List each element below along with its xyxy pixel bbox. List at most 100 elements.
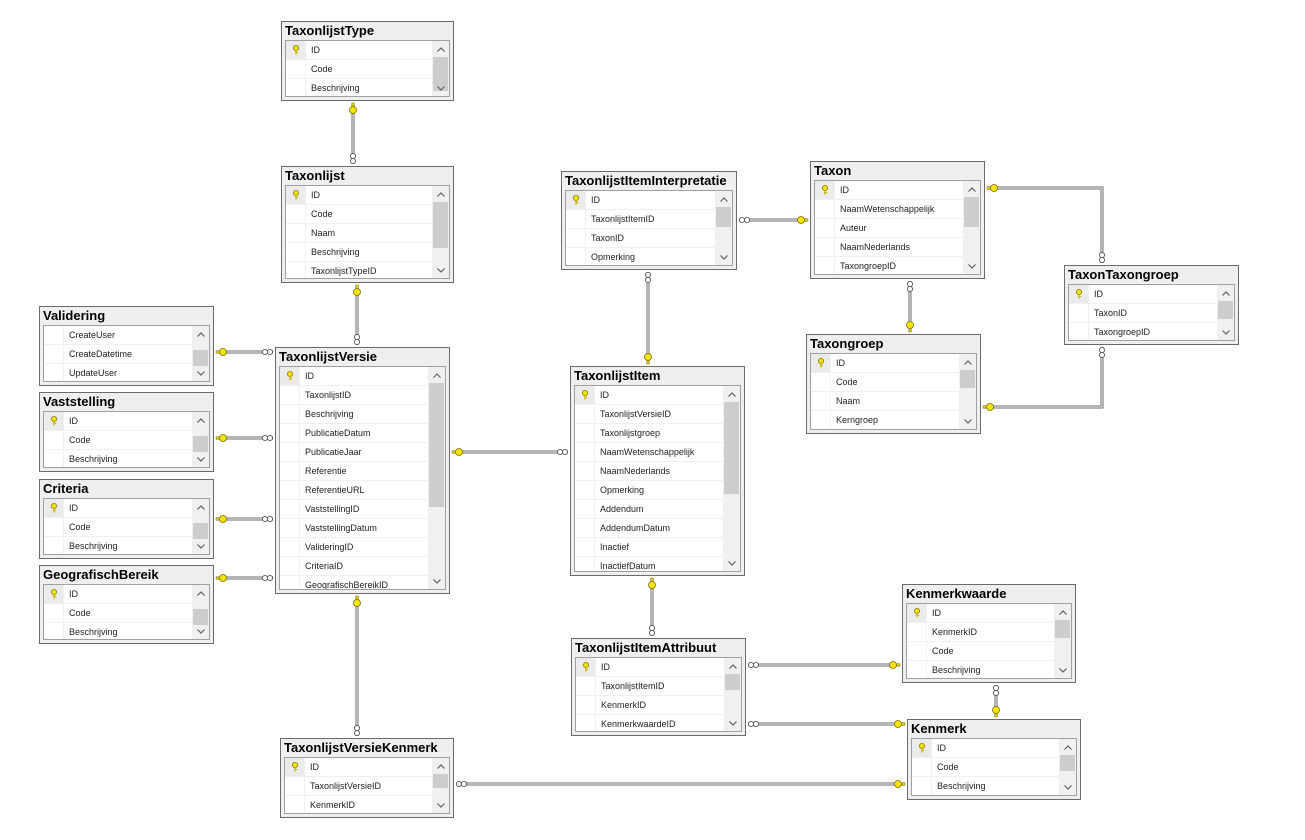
scroll-up-icon[interactable] xyxy=(723,386,740,402)
scroll-down-icon[interactable] xyxy=(959,413,976,429)
column-row[interactable]: PublicatieJaar xyxy=(280,443,428,462)
column-row[interactable]: CriteriaID xyxy=(280,557,428,576)
scroll-down-icon[interactable] xyxy=(192,365,209,381)
column-row[interactable]: TaxonID xyxy=(566,229,715,248)
table-geografischbereik[interactable]: GeografischBereik ID Code Beschrijving xyxy=(39,565,214,644)
column-row[interactable]: ReferentieURL xyxy=(280,481,428,500)
relationship-taxon-taxontaxongroep[interactable] xyxy=(986,184,1106,264)
column-row[interactable]: ID xyxy=(44,412,192,431)
table-taxonlijstversie[interactable]: TaxonlijstVersie ID TaxonlijstID Beschrijvi… xyxy=(275,347,450,594)
column-row[interactable]: Beschrijving xyxy=(44,537,192,554)
scroll-up-icon[interactable] xyxy=(192,585,209,601)
column-row[interactable]: Beschrijving xyxy=(286,79,432,96)
relationship-kenmerk-taxonlijstitemattribuut[interactable] xyxy=(747,720,906,728)
scroll-thumb[interactable] xyxy=(725,674,740,690)
column-row[interactable]: Code xyxy=(44,431,192,450)
table-title[interactable]: Taxon xyxy=(811,162,984,179)
table-title[interactable]: GeografischBereik xyxy=(40,566,213,583)
column-row[interactable]: ID xyxy=(576,658,724,677)
column-row[interactable]: Code xyxy=(44,604,192,623)
scroll-thumb[interactable] xyxy=(193,523,208,539)
table-title[interactable]: Validering xyxy=(40,307,213,324)
scroll-thumb[interactable] xyxy=(724,402,739,494)
scroll-down-icon[interactable] xyxy=(432,80,449,96)
table-title[interactable]: Kenmerk xyxy=(908,720,1080,737)
column-row[interactable]: Naam xyxy=(286,224,432,243)
scroll-up-icon[interactable] xyxy=(724,658,741,674)
relationship-geografischbereik-taxonlijstversie[interactable] xyxy=(215,574,274,582)
table-kenmerk[interactable]: Kenmerk ID Code Beschrijving xyxy=(907,719,1081,800)
scroll-down-icon[interactable] xyxy=(1054,662,1071,678)
table-taxonlijstiteminterpretatie[interactable]: TaxonlijstItemInterpretatie ID TaxonlijstI… xyxy=(561,171,737,270)
table-kenmerkwaarde[interactable]: Kenmerkwaarde ID KenmerkID Code Beschrijving xyxy=(902,584,1076,683)
column-row[interactable]: Code xyxy=(44,518,192,537)
scroll-up-icon[interactable] xyxy=(432,186,449,202)
scroll-thumb[interactable] xyxy=(1055,620,1070,638)
column-row[interactable]: VaststellingDatum xyxy=(280,519,428,538)
column-row[interactable]: Referentie xyxy=(280,462,428,481)
table-taxonlijstitemattribuut[interactable]: TaxonlijstItemAttribuut ID TaxonlijstItemI… xyxy=(571,638,746,736)
table-taxonlijstversiekenmerk[interactable]: TaxonlijstVersieKenmerk ID TaxonlijstVersi… xyxy=(280,738,454,818)
table-title[interactable]: TaxonlijstVersie xyxy=(276,348,449,365)
scroll-up-icon[interactable] xyxy=(432,758,449,774)
scroll-down-icon[interactable] xyxy=(724,715,741,731)
relationship-taxonlijsttype-taxonlijst[interactable] xyxy=(349,102,357,165)
scroll-up-icon[interactable] xyxy=(192,326,209,342)
vertical-scrollbar[interactable] xyxy=(1059,739,1076,795)
scroll-thumb[interactable] xyxy=(433,774,448,788)
column-row[interactable]: Auteur xyxy=(815,219,963,238)
column-row[interactable]: AddendumDatum xyxy=(575,519,723,538)
relationship-kenmerk-kenmerkwaarde[interactable] xyxy=(992,684,1000,718)
table-taxongroep[interactable]: Taxongroep ID Code Naam Kerngroep xyxy=(806,334,981,434)
column-row[interactable]: TaxonlijstItemID xyxy=(576,677,724,696)
column-row[interactable]: ID xyxy=(44,499,192,518)
table-title[interactable]: Criteria xyxy=(40,480,213,497)
column-row[interactable]: TaxonID xyxy=(1069,304,1217,323)
relationship-taxonlijstitem-taxonlijstiteminterpretatie[interactable] xyxy=(644,271,652,365)
column-row[interactable]: TaxonlijstID xyxy=(280,386,428,405)
scroll-up-icon[interactable] xyxy=(963,181,980,197)
column-row[interactable]: KenmerkwaardeID xyxy=(576,715,724,731)
column-row[interactable]: ID xyxy=(575,386,723,405)
column-row[interactable]: TaxongroepID xyxy=(815,257,963,274)
vertical-scrollbar[interactable] xyxy=(428,367,445,589)
scroll-down-icon[interactable] xyxy=(192,538,209,554)
column-row[interactable]: Beschrijving xyxy=(44,450,192,467)
column-row[interactable]: ID xyxy=(815,181,963,200)
column-row[interactable]: Inactief xyxy=(575,538,723,557)
relationship-taxonlijstitem-taxonlijstitemattribuut[interactable] xyxy=(648,577,656,637)
table-title[interactable]: TaxonlijstType xyxy=(282,22,453,39)
column-row[interactable]: Beschrijving xyxy=(907,661,1054,678)
relationship-taxonlijst-taxonlijstversie[interactable] xyxy=(353,284,361,346)
table-taxonlijstitem[interactable]: TaxonlijstItem ID TaxonlijstVersieID Taxonl… xyxy=(570,366,745,576)
table-title[interactable]: TaxonlijstItemAttribuut xyxy=(572,639,745,656)
scroll-down-icon[interactable] xyxy=(432,262,449,278)
scroll-down-icon[interactable] xyxy=(192,451,209,467)
column-row[interactable]: ID xyxy=(285,758,432,777)
scroll-thumb[interactable] xyxy=(429,383,444,507)
column-row[interactable]: Beschrijving xyxy=(286,243,432,262)
column-row[interactable]: Taxonlijstgroep xyxy=(575,424,723,443)
relationship-vaststelling-taxonlijstversie[interactable] xyxy=(215,434,274,442)
scroll-thumb[interactable] xyxy=(433,202,448,248)
column-row[interactable]: KenmerkID xyxy=(576,696,724,715)
column-row[interactable]: Opmerking xyxy=(566,248,715,265)
column-row[interactable]: Kerngroep xyxy=(811,411,959,429)
column-row[interactable]: ID xyxy=(280,367,428,386)
vertical-scrollbar[interactable] xyxy=(432,41,449,96)
relationship-taxongroep-taxontaxongroep[interactable] xyxy=(982,346,1106,411)
column-row[interactable]: CreateDatetime xyxy=(44,345,192,364)
column-row[interactable]: VaststellingID xyxy=(280,500,428,519)
column-row[interactable]: ID xyxy=(907,604,1054,623)
scroll-thumb[interactable] xyxy=(964,197,979,227)
column-row[interactable]: KenmerkID xyxy=(907,623,1054,642)
column-row[interactable]: Addendum xyxy=(575,500,723,519)
column-row[interactable]: Code xyxy=(811,373,959,392)
column-row[interactable]: Code xyxy=(286,205,432,224)
table-taxonlijst[interactable]: Taxonlijst ID Code Naam Beschrijving Taxonlij… xyxy=(281,166,454,283)
vertical-scrollbar[interactable] xyxy=(192,585,209,639)
column-row[interactable]: TaxonlijstVersieID xyxy=(285,777,432,796)
column-row[interactable]: Naam xyxy=(811,392,959,411)
table-title[interactable]: TaxonlijstItem xyxy=(571,367,744,384)
table-title[interactable]: TaxonlijstItemInterpretatie xyxy=(562,172,736,189)
